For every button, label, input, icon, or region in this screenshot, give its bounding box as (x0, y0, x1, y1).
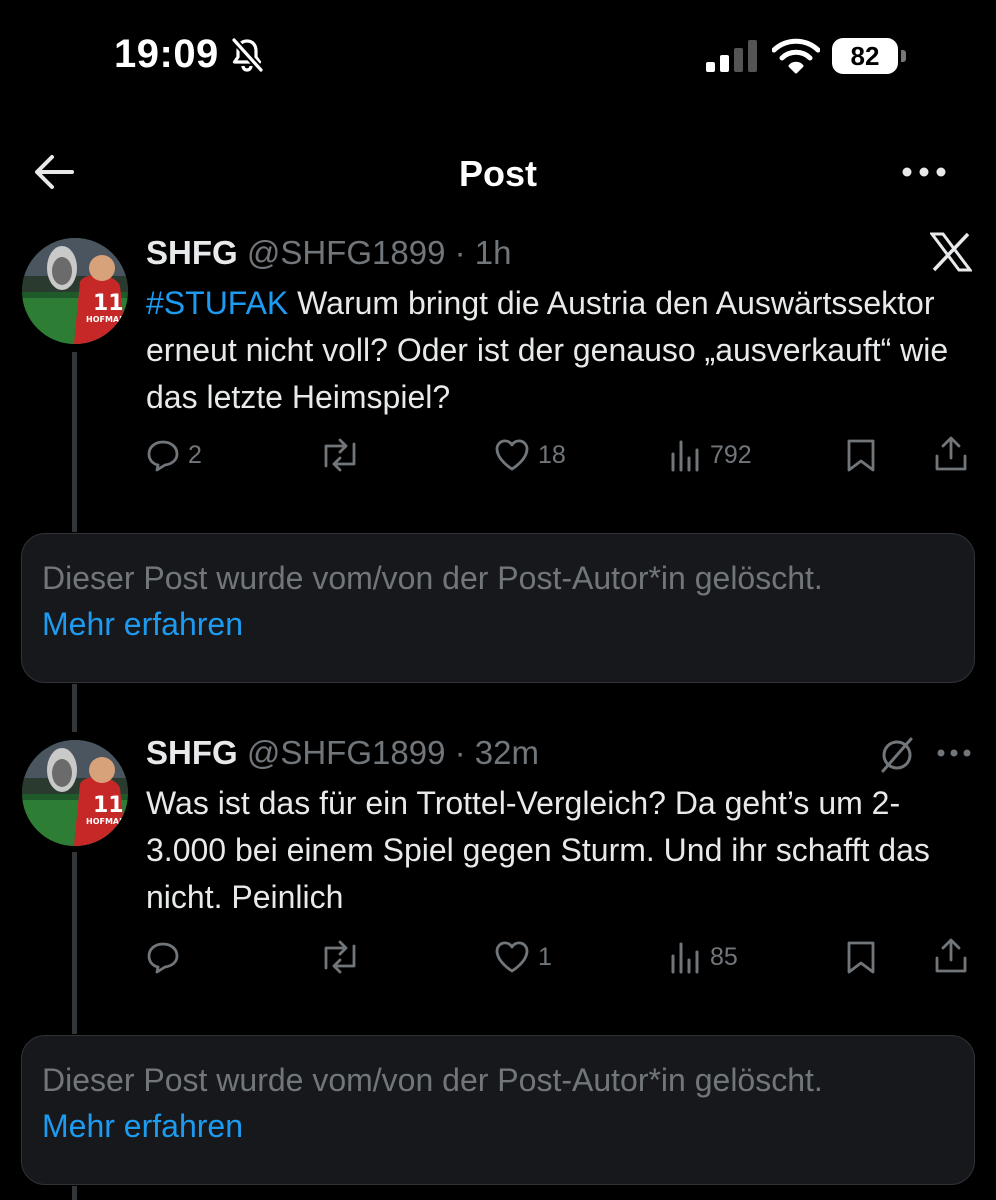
hashtag-link[interactable]: #STUFAK (146, 285, 288, 321)
battery-level: 82 (850, 41, 880, 71)
repost-button[interactable] (318, 438, 370, 472)
views-button[interactable]: 85 (670, 940, 738, 974)
learn-more-link[interactable]: Mehr erfahren (42, 606, 243, 643)
x-logo-icon (930, 232, 972, 272)
share-icon[interactable] (934, 436, 968, 472)
bookmark-icon[interactable] (846, 940, 876, 974)
battery-icon: 82 (832, 38, 906, 74)
mute-icon[interactable] (878, 736, 916, 774)
signal-icon (706, 40, 757, 72)
views-count: 792 (710, 440, 752, 469)
reply-icon (147, 440, 179, 472)
svg-text:11: 11 (93, 291, 124, 316)
deleted-post-notice: Dieser Post wurde vom/von der Post-Autor… (21, 1035, 975, 1185)
post-header: SHFG @SHFG1899 · 1h (146, 234, 511, 272)
post-header: SHFG @SHFG1899 · 32m (146, 734, 539, 772)
bell-off-icon (231, 37, 264, 73)
svg-text:HOFMANN: HOFMANN (86, 817, 128, 826)
repost-button[interactable] (318, 940, 370, 974)
repost-icon (324, 438, 356, 472)
learn-more-link[interactable]: Mehr erfahren (42, 1108, 243, 1145)
author-handle[interactable]: @SHFG1899 · 32m (247, 734, 539, 771)
like-icon (495, 941, 529, 973)
avatar[interactable]: 11 HOFMANN (22, 740, 128, 846)
wifi-icon (772, 38, 820, 74)
thread-line (72, 1186, 77, 1200)
reply-button[interactable] (146, 940, 188, 974)
thread-line (72, 352, 77, 532)
svg-text:HOFMANN: HOFMANN (86, 315, 128, 324)
more-icon[interactable] (900, 160, 948, 184)
status-time: 19:09 (114, 32, 219, 76)
post-text: #STUFAK Warum bringt die Austria den Aus… (146, 285, 949, 415)
like-count: 18 (538, 440, 566, 469)
avatar[interactable]: 11 HOFMANN (22, 238, 128, 344)
like-button[interactable]: 1 (494, 940, 552, 974)
deleted-notice-text: Dieser Post wurde vom/von der Post-Autor… (42, 1062, 823, 1098)
author-handle[interactable]: @SHFG1899 · 1h (247, 234, 512, 271)
views-count: 85 (710, 942, 738, 971)
reply-button[interactable]: 2 (146, 438, 202, 472)
thread-line (72, 852, 77, 1034)
bookmark-icon[interactable] (846, 438, 876, 472)
deleted-post-notice: Dieser Post wurde vom/von der Post-Autor… (21, 533, 975, 683)
author-name[interactable]: SHFG (146, 734, 238, 771)
views-icon (671, 942, 699, 974)
page-title: Post (458, 153, 537, 194)
svg-text:11: 11 (93, 793, 124, 818)
like-icon (495, 439, 529, 471)
repost-icon (324, 940, 356, 974)
post-text: Was ist das für ein Trottel-Vergleich? D… (146, 785, 930, 915)
thread-line (72, 684, 77, 732)
deleted-notice-text: Dieser Post wurde vom/von der Post-Autor… (42, 560, 823, 596)
author-name[interactable]: SHFG (146, 234, 238, 271)
like-button[interactable]: 18 (494, 438, 566, 472)
share-icon[interactable] (934, 938, 968, 974)
reply-icon (147, 942, 179, 974)
more-icon[interactable] (936, 744, 972, 762)
views-icon (671, 440, 699, 472)
like-count: 1 (538, 942, 552, 971)
reply-count: 2 (188, 440, 202, 469)
views-button[interactable]: 792 (670, 438, 752, 472)
